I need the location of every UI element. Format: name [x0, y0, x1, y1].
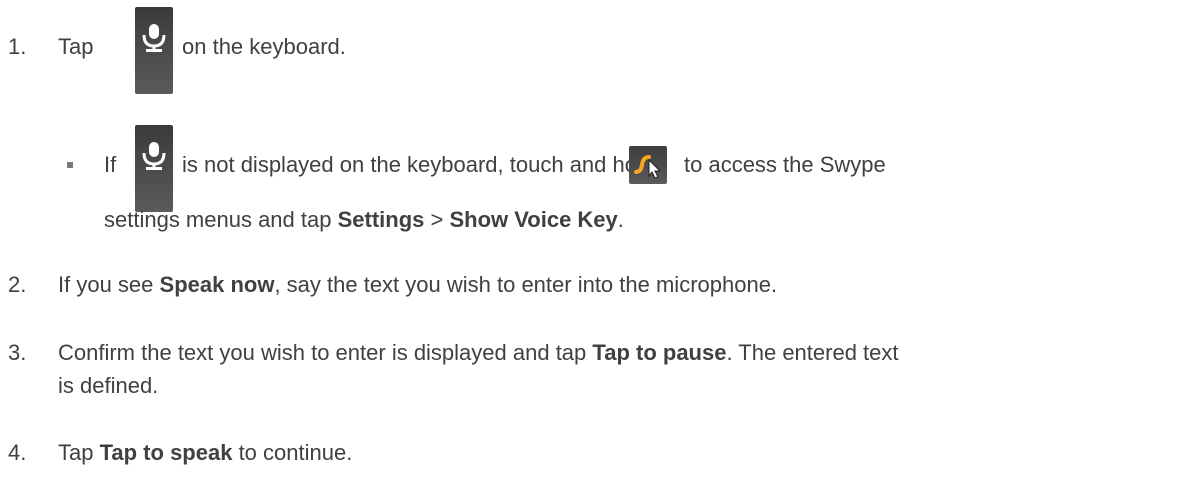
microphone-icon [135, 125, 173, 212]
separator: > [424, 207, 450, 232]
step-text: , say the text you wish to enter into th… [274, 272, 778, 297]
tap-to-pause-label: Tap to pause [592, 340, 727, 365]
step-text: If you see [58, 272, 160, 297]
sub-bullet-text: settings menus and tap [104, 207, 338, 232]
step-number: 1. [8, 34, 27, 59]
sub-bullet-text: If [104, 152, 117, 177]
period: . [617, 207, 624, 232]
sub-bullet-text: is not displayed on the keyboard, touch … [182, 152, 655, 177]
settings-label: Settings [337, 207, 425, 232]
bullet-marker [67, 162, 73, 168]
step-text-wrapper: If you see Speak now, say the text you w… [58, 272, 777, 298]
speak-now-label: Speak now [159, 272, 275, 297]
step-text: is defined. [58, 373, 159, 398]
show-voice-key-label: Show Voice Key [449, 207, 618, 232]
step-text: to continue. [232, 440, 353, 465]
step-text: . The entered text [726, 340, 899, 365]
step-text: Tap [58, 440, 100, 465]
step-text: Confirm the text you wish to enter is di… [58, 340, 593, 365]
tap-to-speak-label: Tap to speak [99, 440, 233, 465]
step-3-line-2: is defined. [58, 373, 158, 399]
step-number: 2. [8, 272, 27, 297]
swype-key-icon [629, 146, 667, 184]
step-text-wrapper: Tap Tap to speak to continue. [58, 440, 352, 466]
step-number: 4. [8, 440, 27, 465]
step-number: 3. [8, 340, 27, 365]
step-text: on the keyboard. [182, 34, 346, 59]
step-text-wrapper: Confirm the text you wish to enter is di… [58, 340, 899, 366]
step-text: Tap [58, 34, 94, 59]
sub-bullet-text: to access the Swype [684, 152, 886, 177]
microphone-icon [135, 7, 173, 94]
sub-bullet-line-2: settings menus and tap Settings > Show V… [104, 207, 624, 233]
